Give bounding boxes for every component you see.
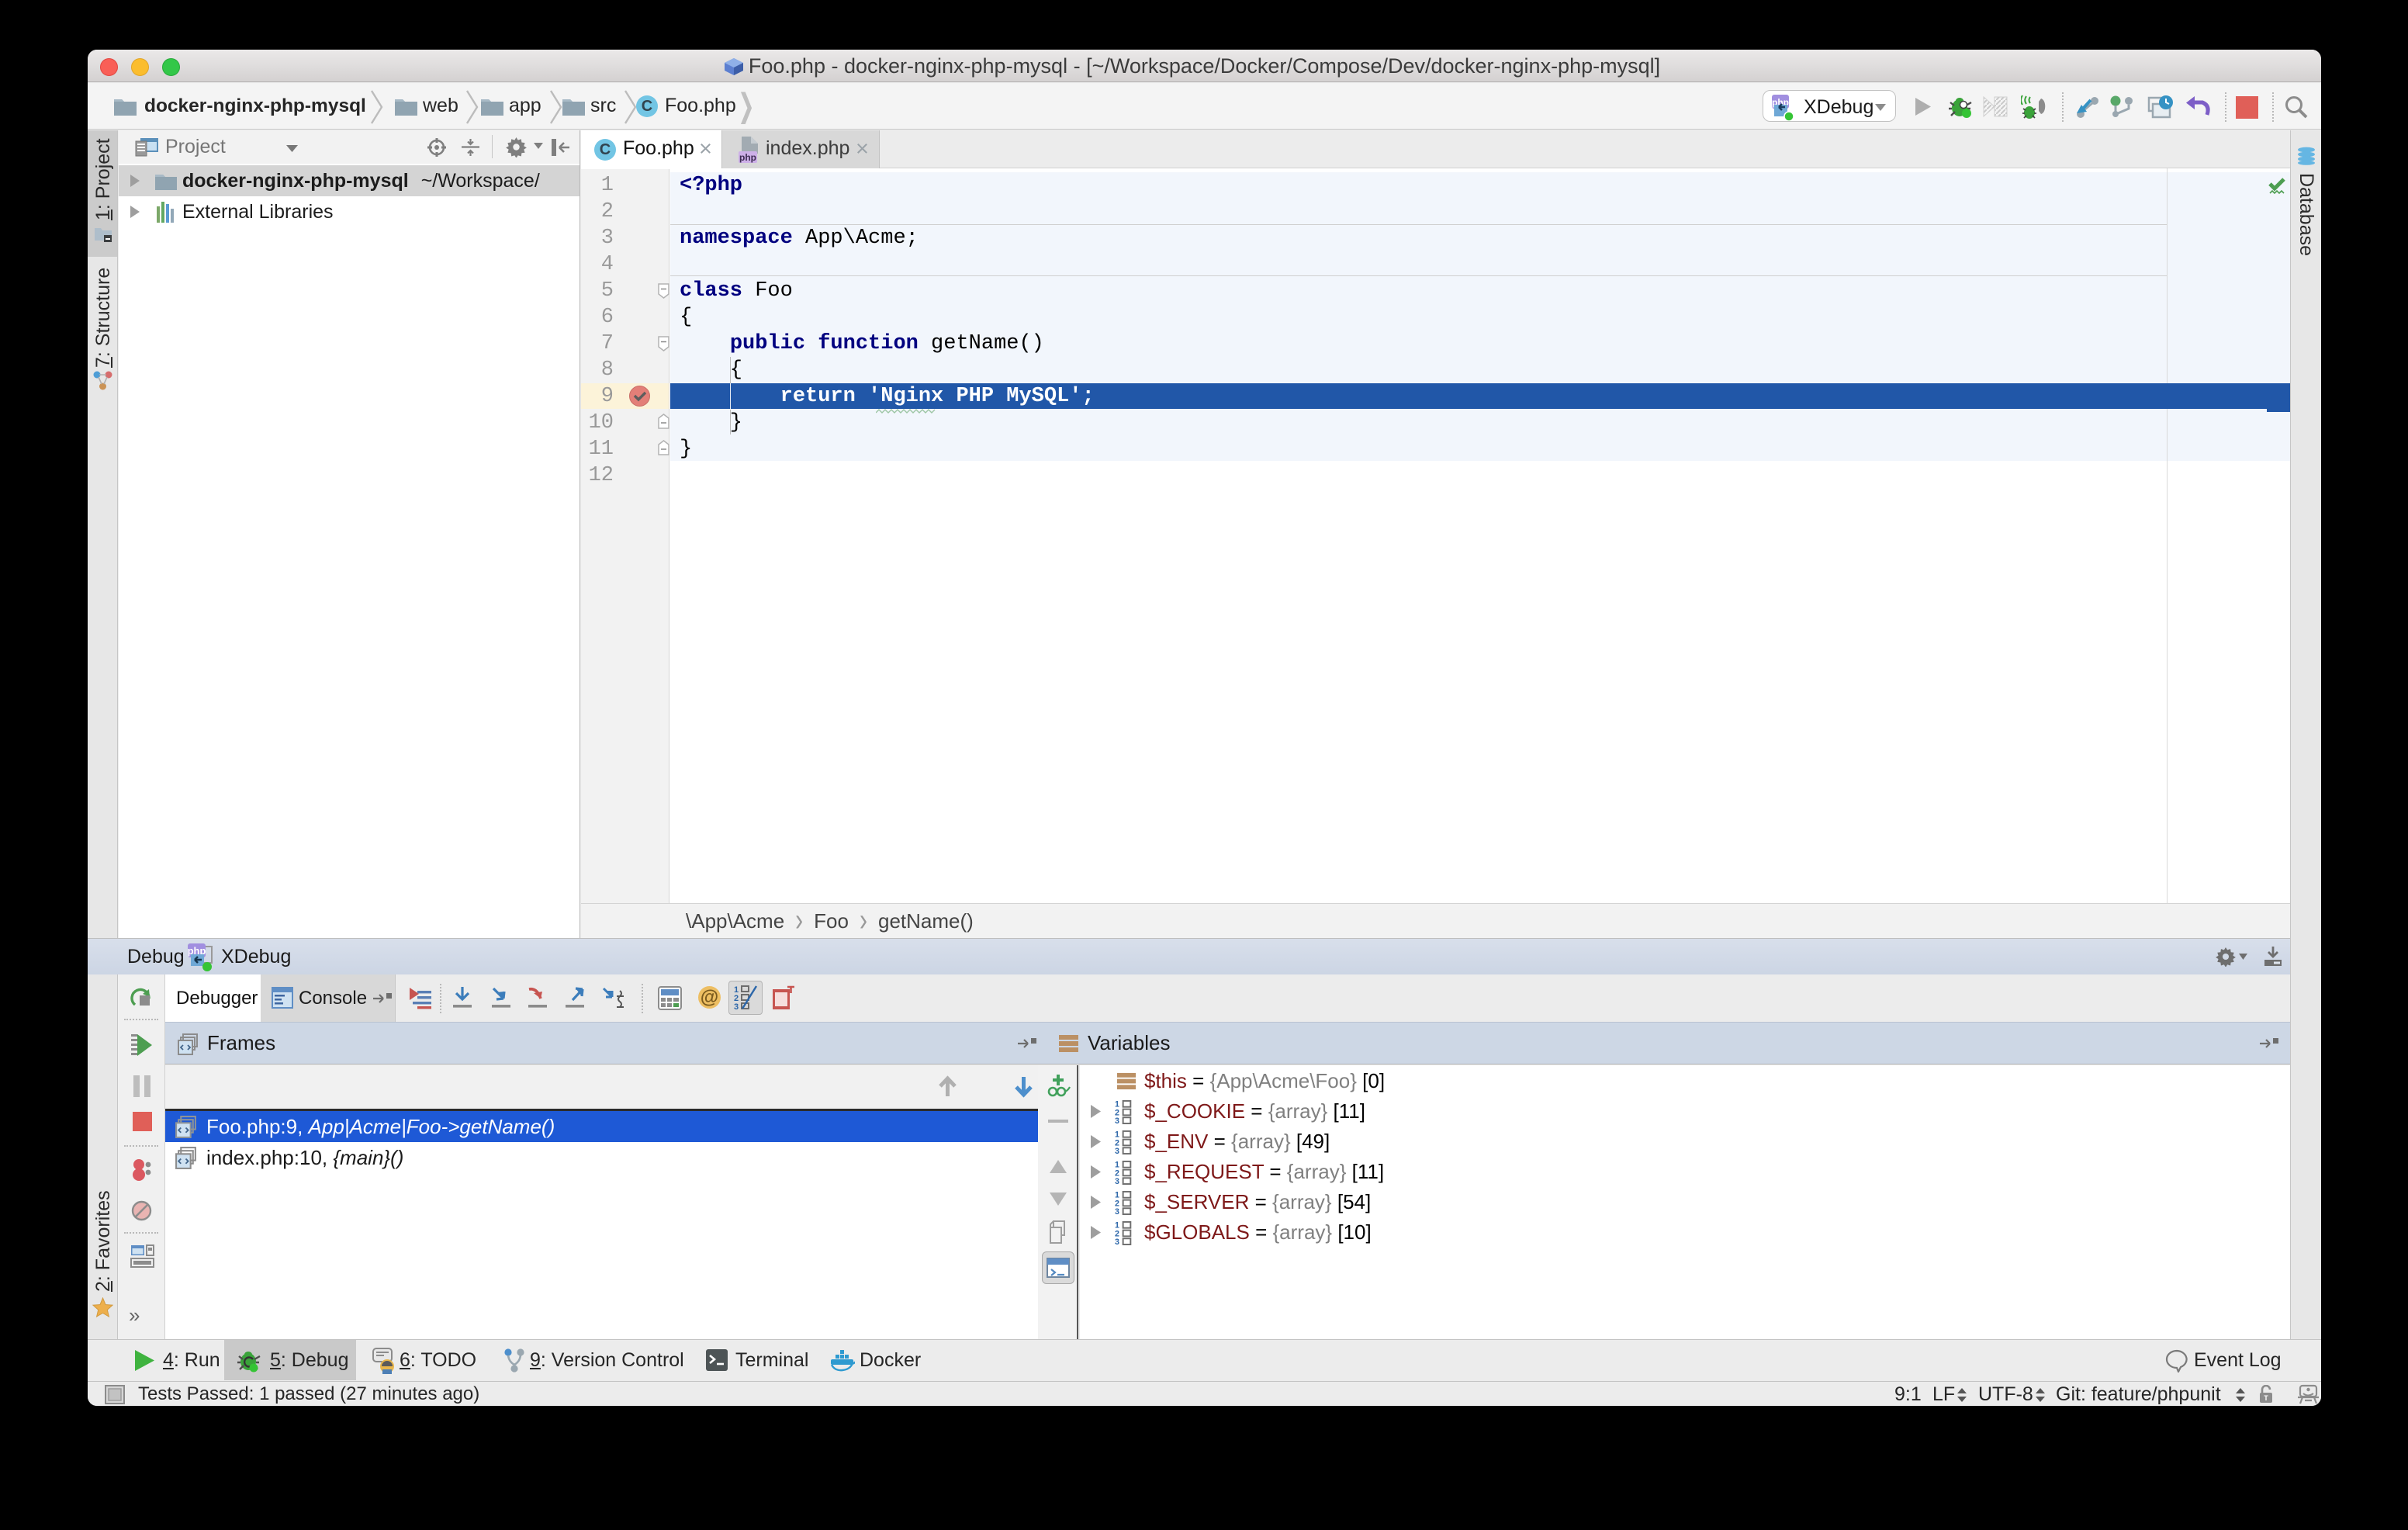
svg-text:T: T — [2264, 1394, 2268, 1402]
svg-text:3: 3 — [1115, 1177, 1119, 1185]
svg-text:3: 3 — [1115, 1207, 1119, 1215]
svg-text:php: php — [739, 152, 756, 163]
svg-text:3: 3 — [1115, 1147, 1119, 1154]
svg-text:3: 3 — [734, 1002, 739, 1010]
svg-text:3: 3 — [1115, 1238, 1119, 1245]
svg-text:3: 3 — [1115, 1116, 1119, 1124]
